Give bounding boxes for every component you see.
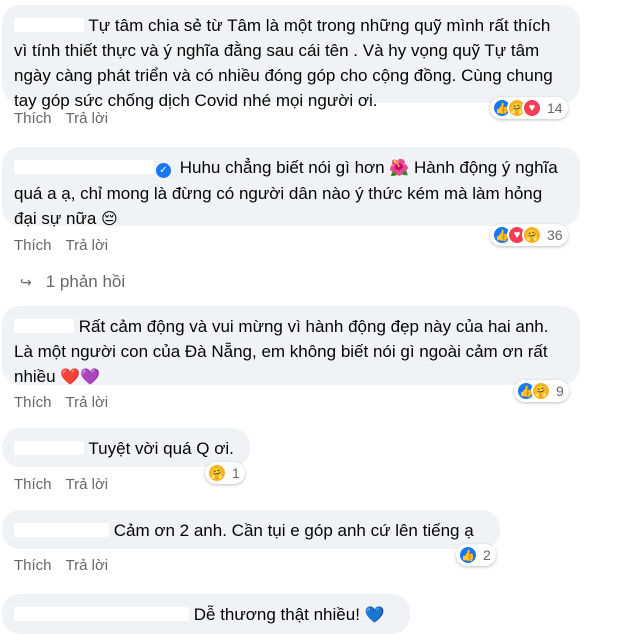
reply-arrow-icon: ↪ [20,273,32,290]
pensive-emoji: 😔 [101,211,118,228]
author-name-redacted[interactable] [14,441,84,455]
reply-action[interactable]: Trả lời [66,557,109,574]
like-action[interactable]: Thích [14,476,52,493]
comment-actions-5: Thích Trả lời [14,557,108,574]
like-icon: 👍 [458,545,478,565]
comment-bubble-3: Rất cảm động và vui mừng vì hành động đẹ… [2,306,580,386]
reaction-count: 2 [483,547,491,563]
reaction-count: 14 [547,100,563,116]
comment-text: Huhu chẳng biết nói gì hơn [179,158,385,177]
hearts-emoji: ❤️💜 [60,369,101,386]
comment-actions-2: Thích Trả lời [14,237,108,254]
reaction-count: 9 [556,383,564,399]
comment-actions-1: Thích Trả lời [14,110,108,127]
reply-action[interactable]: Trả lời [66,237,109,254]
author-name-redacted[interactable] [14,607,189,621]
like-action[interactable]: Thích [14,394,52,411]
reaction-count: 1 [232,465,240,481]
comment-actions-4: Thích Trả lời [14,476,108,493]
reactions-summary-1[interactable]: 👍 🤗 ♥ 14 [490,97,568,119]
author-name-redacted[interactable] [14,523,109,537]
comment-text: Tự tâm chia sẻ từ Tâm là một trong những… [14,16,553,110]
comment-text: Tuyệt vời quá Q ơi. [88,439,234,458]
comment-bubble-2: ✓ Huhu chẳng biết nói gì hơn 🌺 Hành động… [2,147,580,228]
verified-badge-icon: ✓ [156,163,171,178]
reply-action[interactable]: Trả lời [66,394,109,411]
reactions-summary-4[interactable]: 🤗 1 [205,462,245,484]
care-icon: 🤗 [531,381,551,401]
replies-count: 1 phản hồi [45,272,126,291]
comment-text: Cảm ơn 2 anh. Cần tụi e góp anh cứ lên t… [113,521,474,540]
comment-text: Dễ thương thật nhiều! [193,605,360,624]
comment-bubble-5: Cảm ơn 2 anh. Cần tụi e góp anh cứ lên t… [2,510,500,549]
reactions-summary-2[interactable]: 👍 ♥ 🤗 36 [490,224,568,246]
view-replies-link[interactable]: ↪ 1 phản hồi [20,272,125,292]
comment-bubble-1: Tự tâm chia sẻ từ Tâm là một trong những… [2,5,580,110]
comment-actions-3: Thích Trả lời [14,394,108,411]
love-icon: ♥ [522,98,542,118]
author-name-redacted[interactable] [14,160,154,174]
comment-bubble-4: Tuyệt vời quá Q ơi. [2,428,250,467]
care-icon: 🤗 [522,225,542,245]
blue-heart-emoji: 💙 [364,607,385,624]
flower-emoji: 🌺 [389,160,410,177]
comment-bubble-6: Dễ thương thật nhiều! 💙 [2,594,410,634]
like-action[interactable]: Thích [14,237,52,254]
like-action[interactable]: Thích [14,110,52,127]
author-name-redacted[interactable] [14,319,74,333]
reply-action[interactable]: Trả lời [66,110,109,127]
care-icon: 🤗 [207,463,227,483]
reaction-count: 36 [547,227,563,243]
reactions-summary-3[interactable]: 👍 🤗 9 [514,380,569,402]
author-name-redacted[interactable] [14,18,84,32]
like-action[interactable]: Thích [14,557,52,574]
reply-action[interactable]: Trả lời [66,476,109,493]
reactions-summary-5[interactable]: 👍 2 [456,544,496,566]
